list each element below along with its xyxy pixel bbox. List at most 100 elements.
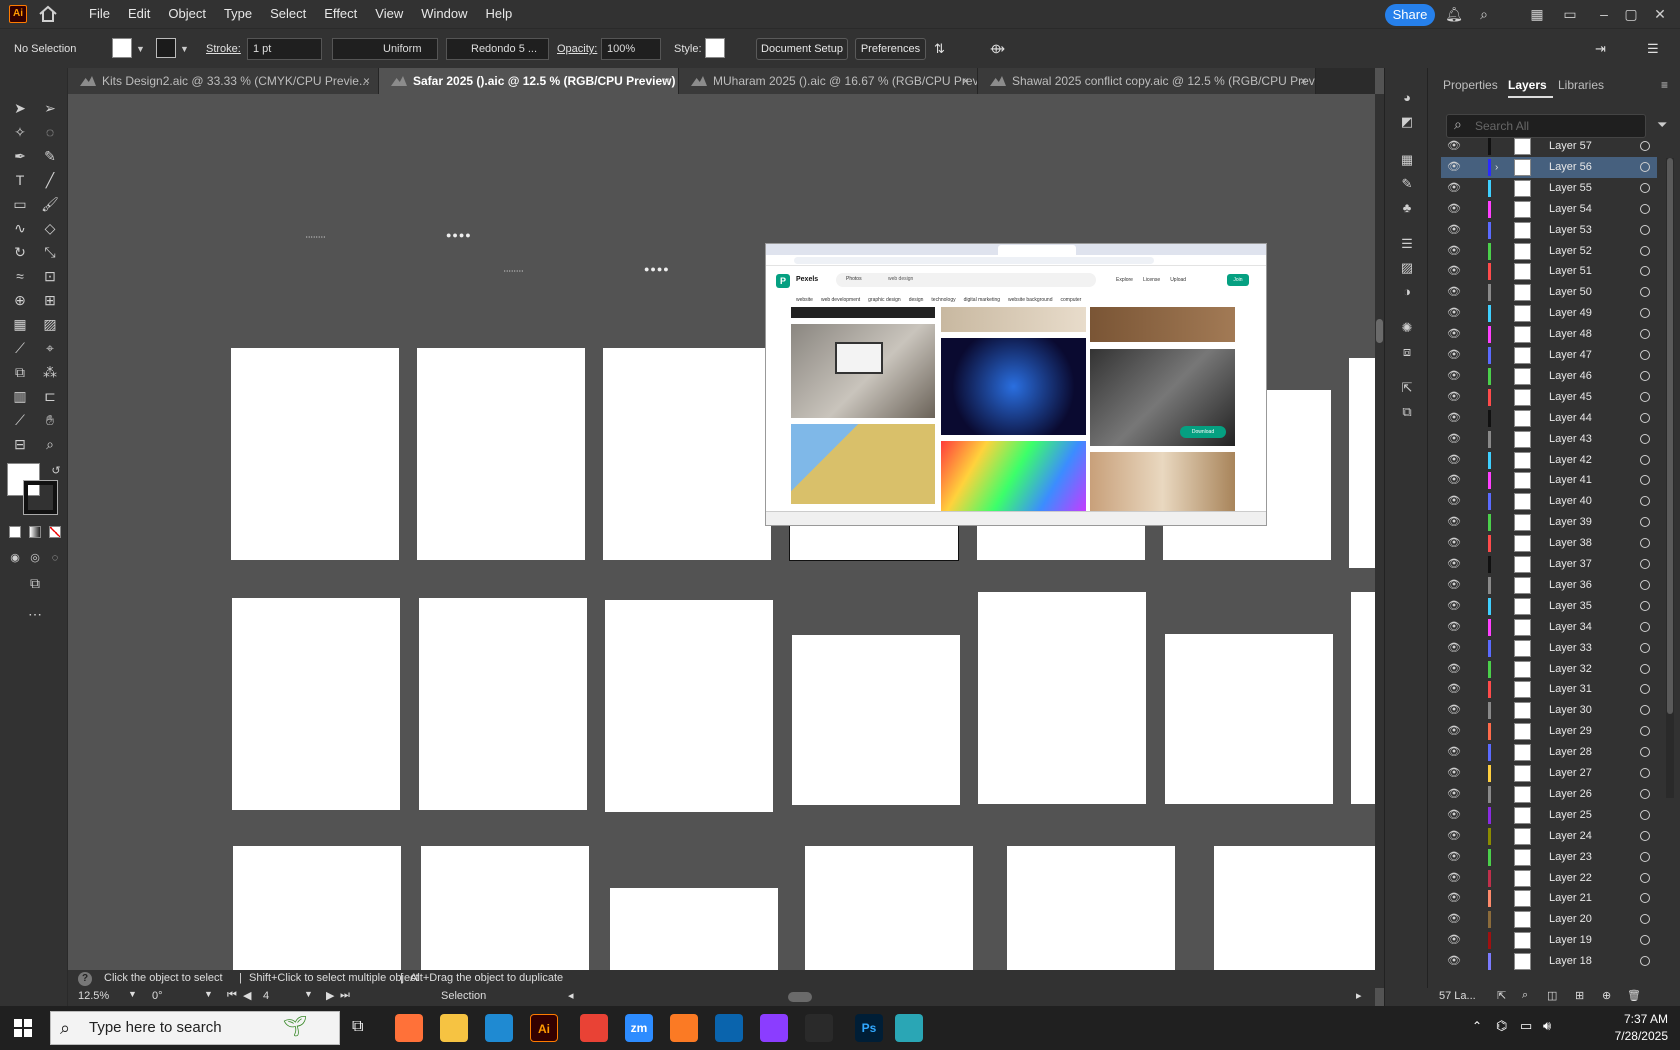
visibility-eye-icon[interactable]: 👁︎ (1446, 368, 1462, 384)
stroke-weight-dropdown[interactable]: 1 pt (247, 38, 322, 60)
next-artboard-icon[interactable]: ▶ (326, 989, 334, 1002)
taskbar-app-photoshop[interactable]: Ps (855, 1014, 883, 1042)
taskbar-app-xampp[interactable] (670, 1014, 698, 1042)
layer-row[interactable]: 👁︎ Layer 48 (1441, 324, 1657, 345)
visibility-eye-icon[interactable]: 👁︎ (1446, 347, 1462, 363)
opacity-label[interactable]: Opacity: (557, 39, 597, 59)
layer-row[interactable]: 👁︎ Layer 55 (1441, 178, 1657, 199)
vertical-scrollbar[interactable] (1375, 94, 1384, 988)
panel-icon[interactable]: ▭ (1561, 5, 1579, 23)
target-circle-icon[interactable] (1640, 830, 1650, 841)
visibility-eye-icon[interactable]: 👁︎ (1446, 681, 1462, 697)
visibility-eye-icon[interactable]: 👁︎ (1446, 661, 1462, 677)
graph-tool-icon[interactable]: ▥ (10, 386, 30, 406)
layer-row[interactable]: 👁︎ Layer 46 (1441, 366, 1657, 387)
panel-menu-icon[interactable]: ≡ (1661, 78, 1668, 92)
target-circle-icon[interactable] (1640, 496, 1650, 507)
artboard[interactable] (1351, 592, 1375, 804)
layer-row[interactable]: 👁︎ Layer 52 (1441, 241, 1657, 262)
layer-row[interactable]: 👁︎ Layer 39 (1441, 512, 1657, 533)
layer-row[interactable]: 👁︎ Layer 50 (1441, 282, 1657, 303)
layer-row[interactable]: 👁︎ Layer 18 (1441, 951, 1657, 972)
stroke-swatch[interactable] (156, 38, 176, 58)
locate-object-icon[interactable]: ⌕ (1522, 989, 1528, 1002)
target-circle-icon[interactable] (1640, 141, 1650, 151)
visibility-eye-icon[interactable]: 👁︎ (1446, 180, 1462, 196)
visibility-eye-icon[interactable]: 👁︎ (1446, 284, 1462, 300)
visibility-eye-icon[interactable]: 👁︎ (1446, 556, 1462, 572)
symbol-sprayer-icon[interactable]: ⁂ (40, 362, 60, 382)
appearance-icon[interactable]: ◩ (1397, 112, 1417, 132)
gradient-mode-icon[interactable] (29, 526, 41, 538)
visibility-eye-icon[interactable]: 👁︎ (1446, 911, 1462, 927)
task-view-icon[interactable]: ⧉ (352, 1018, 363, 1036)
brushes-icon[interactable]: ✎ (1397, 174, 1417, 194)
taskbar-app-pen[interactable] (805, 1014, 833, 1042)
visibility-eye-icon[interactable]: 👁︎ (1446, 765, 1462, 781)
visibility-eye-icon[interactable]: 👁︎ (1446, 514, 1462, 530)
image-trace-icon[interactable]: ⧈ (1397, 342, 1417, 362)
vertical-scroll-thumb[interactable] (1376, 319, 1383, 343)
taskbar-app-chrome[interactable] (580, 1014, 608, 1042)
menu-type[interactable]: Type (215, 0, 261, 28)
layer-row[interactable]: 👁︎ Layer 20 (1441, 909, 1657, 930)
target-circle-icon[interactable] (1640, 245, 1650, 256)
close-tab-icon[interactable]: × (962, 68, 969, 94)
target-circle-icon[interactable] (1640, 517, 1650, 528)
visibility-eye-icon[interactable]: 👁︎ (1446, 723, 1462, 739)
visibility-eye-icon[interactable]: 👁︎ (1446, 138, 1462, 154)
layers-search-input[interactable]: Search All (1446, 114, 1646, 138)
close-tab-icon[interactable]: × (363, 68, 370, 94)
graphic-styles-icon[interactable]: ✺ (1397, 318, 1417, 338)
preferences-button[interactable]: Preferences (855, 38, 926, 60)
eraser-icon[interactable]: ◇ (40, 218, 60, 238)
artboard[interactable] (605, 600, 773, 812)
gradient-icon[interactable]: ▨ (1397, 258, 1417, 278)
layer-row[interactable]: 👁︎ Layer 26 (1441, 784, 1657, 805)
scroll-right-icon[interactable]: ▸ (1356, 989, 1362, 1002)
visibility-eye-icon[interactable]: 👁︎ (1446, 953, 1462, 969)
layer-row[interactable]: 👁︎ Layer 44 (1441, 408, 1657, 429)
visibility-eye-icon[interactable]: 👁︎ (1446, 222, 1462, 238)
scroll-left-icon[interactable]: ◂ (568, 989, 574, 1002)
transparency-icon[interactable]: ◑ (1397, 282, 1417, 302)
taskbar-app-firefox[interactable] (395, 1014, 423, 1042)
layer-row[interactable]: 👁︎ Layer 22 (1441, 868, 1657, 889)
new-sublayer-icon[interactable]: ⊞ (1575, 989, 1584, 1002)
placed-browser-screenshot[interactable]: P Pexels Photos web design Explore Licen… (765, 243, 1267, 526)
tab-libraries[interactable]: Libraries (1558, 78, 1604, 92)
target-circle-icon[interactable] (1640, 161, 1650, 172)
brush-dropdown[interactable]: Redondo 5 ... (446, 38, 549, 60)
tab-kits-design2[interactable]: Kits Design2.aic @ 33.33 % (CMYK/CPU Pre… (68, 68, 379, 94)
artboard[interactable] (233, 846, 401, 970)
layer-row[interactable]: 👁︎ Layer 57 (1441, 136, 1657, 157)
artboard[interactable] (417, 348, 585, 560)
taskbar-app-explorer[interactable] (440, 1014, 468, 1042)
bell-icon[interactable]: 🔔︎ (1445, 5, 1463, 23)
eyedropper-icon[interactable]: ⟋ (10, 338, 30, 358)
menu-edit[interactable]: Edit (119, 0, 159, 28)
last-artboard-icon[interactable]: ⏭ (340, 989, 350, 1002)
none-mode-icon[interactable] (49, 526, 61, 538)
visibility-eye-icon[interactable]: 👁︎ (1446, 410, 1462, 426)
layers-scrollbar[interactable] (1666, 158, 1674, 798)
close-tab-icon[interactable]: × (663, 68, 670, 94)
slice-tool-icon[interactable]: ⟋ (10, 410, 30, 430)
visibility-eye-icon[interactable]: 👁︎ (1446, 431, 1462, 447)
target-circle-icon[interactable] (1640, 454, 1650, 465)
opacity-field[interactable]: 100% (601, 38, 661, 60)
layer-row[interactable]: 👁︎ Layer 30 (1441, 700, 1657, 721)
first-artboard-icon[interactable]: ⏮ (227, 989, 237, 1002)
taskbar-clock[interactable]: 7:37 AM 7/28/2025 (1615, 1011, 1668, 1045)
visibility-eye-icon[interactable]: 👁︎ (1446, 932, 1462, 948)
align-icon[interactable]: ⇥ (1595, 39, 1606, 59)
zoom-tool-icon[interactable]: ⌕ (40, 434, 60, 454)
layer-row[interactable]: 👁︎ Layer 34 (1441, 617, 1657, 638)
menu-help[interactable]: Help (476, 0, 521, 28)
target-circle-icon[interactable] (1640, 663, 1650, 674)
layer-row[interactable]: 👁︎ Layer 36 (1441, 575, 1657, 596)
visibility-eye-icon[interactable]: 👁︎ (1446, 577, 1462, 593)
visibility-eye-icon[interactable]: 👁︎ (1446, 702, 1462, 718)
taskbar-app-outlook[interactable] (715, 1014, 743, 1042)
swatches-icon[interactable]: ▦ (1397, 150, 1417, 170)
